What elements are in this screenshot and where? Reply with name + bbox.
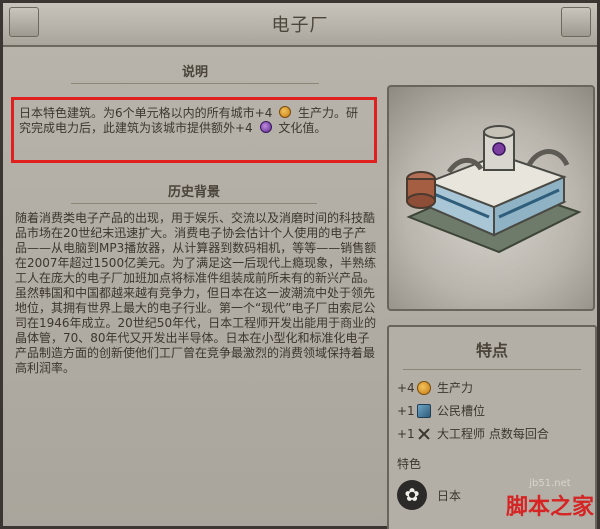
close-button[interactable] (561, 7, 591, 37)
features-divider (403, 369, 581, 370)
production-coin-icon (417, 380, 431, 395)
feature-row-citizen: +1 公民槽位 (389, 399, 595, 422)
sakura-icon: ✿ (397, 480, 427, 510)
feature-label: 公民槽位 (437, 404, 486, 418)
history-header: 历史背景 (11, 175, 377, 204)
feature-row-production: +4 生产力 (389, 376, 595, 399)
description-text-3: 文化值。 (278, 121, 327, 135)
watermark-brand: 脚本之家 (505, 495, 594, 520)
feature-label: 生产力 (437, 381, 474, 395)
title-bar: 电子厂 (3, 3, 597, 47)
feature-amount: +1 (397, 403, 415, 418)
watermark-site: jb51.net (529, 478, 571, 489)
description-text-1: 日本特色建筑。为6个单元格以内的所有城市+4 (19, 106, 273, 120)
special-label: 特色 (397, 457, 422, 471)
menu-corner-button[interactable] (9, 7, 39, 37)
window-title: 电子厂 (271, 15, 329, 36)
citizen-slot-icon (417, 403, 431, 418)
feature-label: 大工程师 点数每回合 (437, 427, 549, 441)
production-icon (279, 106, 292, 118)
feature-row-engineer: +1 大工程师 点数每回合 (389, 422, 595, 445)
building-portrait (387, 85, 595, 311)
text-column: 说明 日本特色建筑。为6个单元格以内的所有城市+4 生产力。研究完成电力后，此建… (11, 55, 379, 525)
description-highlight-box: 日本特色建筑。为6个单元格以内的所有城市+4 生产力。研究完成电力后，此建筑为该… (11, 97, 377, 163)
factory-illustration (406, 125, 582, 254)
window-frame: 电子厂 说明 日本特色建筑。为6个单元格以内的所有城市+4 生产力。研究完成电力… (0, 0, 600, 529)
features-title: 特点 (475, 341, 508, 360)
civilization-label: 日本 (437, 488, 462, 503)
culture-icon (259, 121, 272, 133)
history-text: 随着消费类电子产品的出现，用于娱乐、交流以及消磨时间的科技酷品市场在20世纪末迅… (15, 211, 377, 375)
feature-amount: +1 (397, 426, 415, 441)
feature-amount: +4 (397, 380, 415, 395)
great-engineer-icon (417, 427, 431, 441)
watermark: jb51.net 脚本之家 (500, 478, 600, 529)
description-header: 说明 (11, 55, 379, 84)
